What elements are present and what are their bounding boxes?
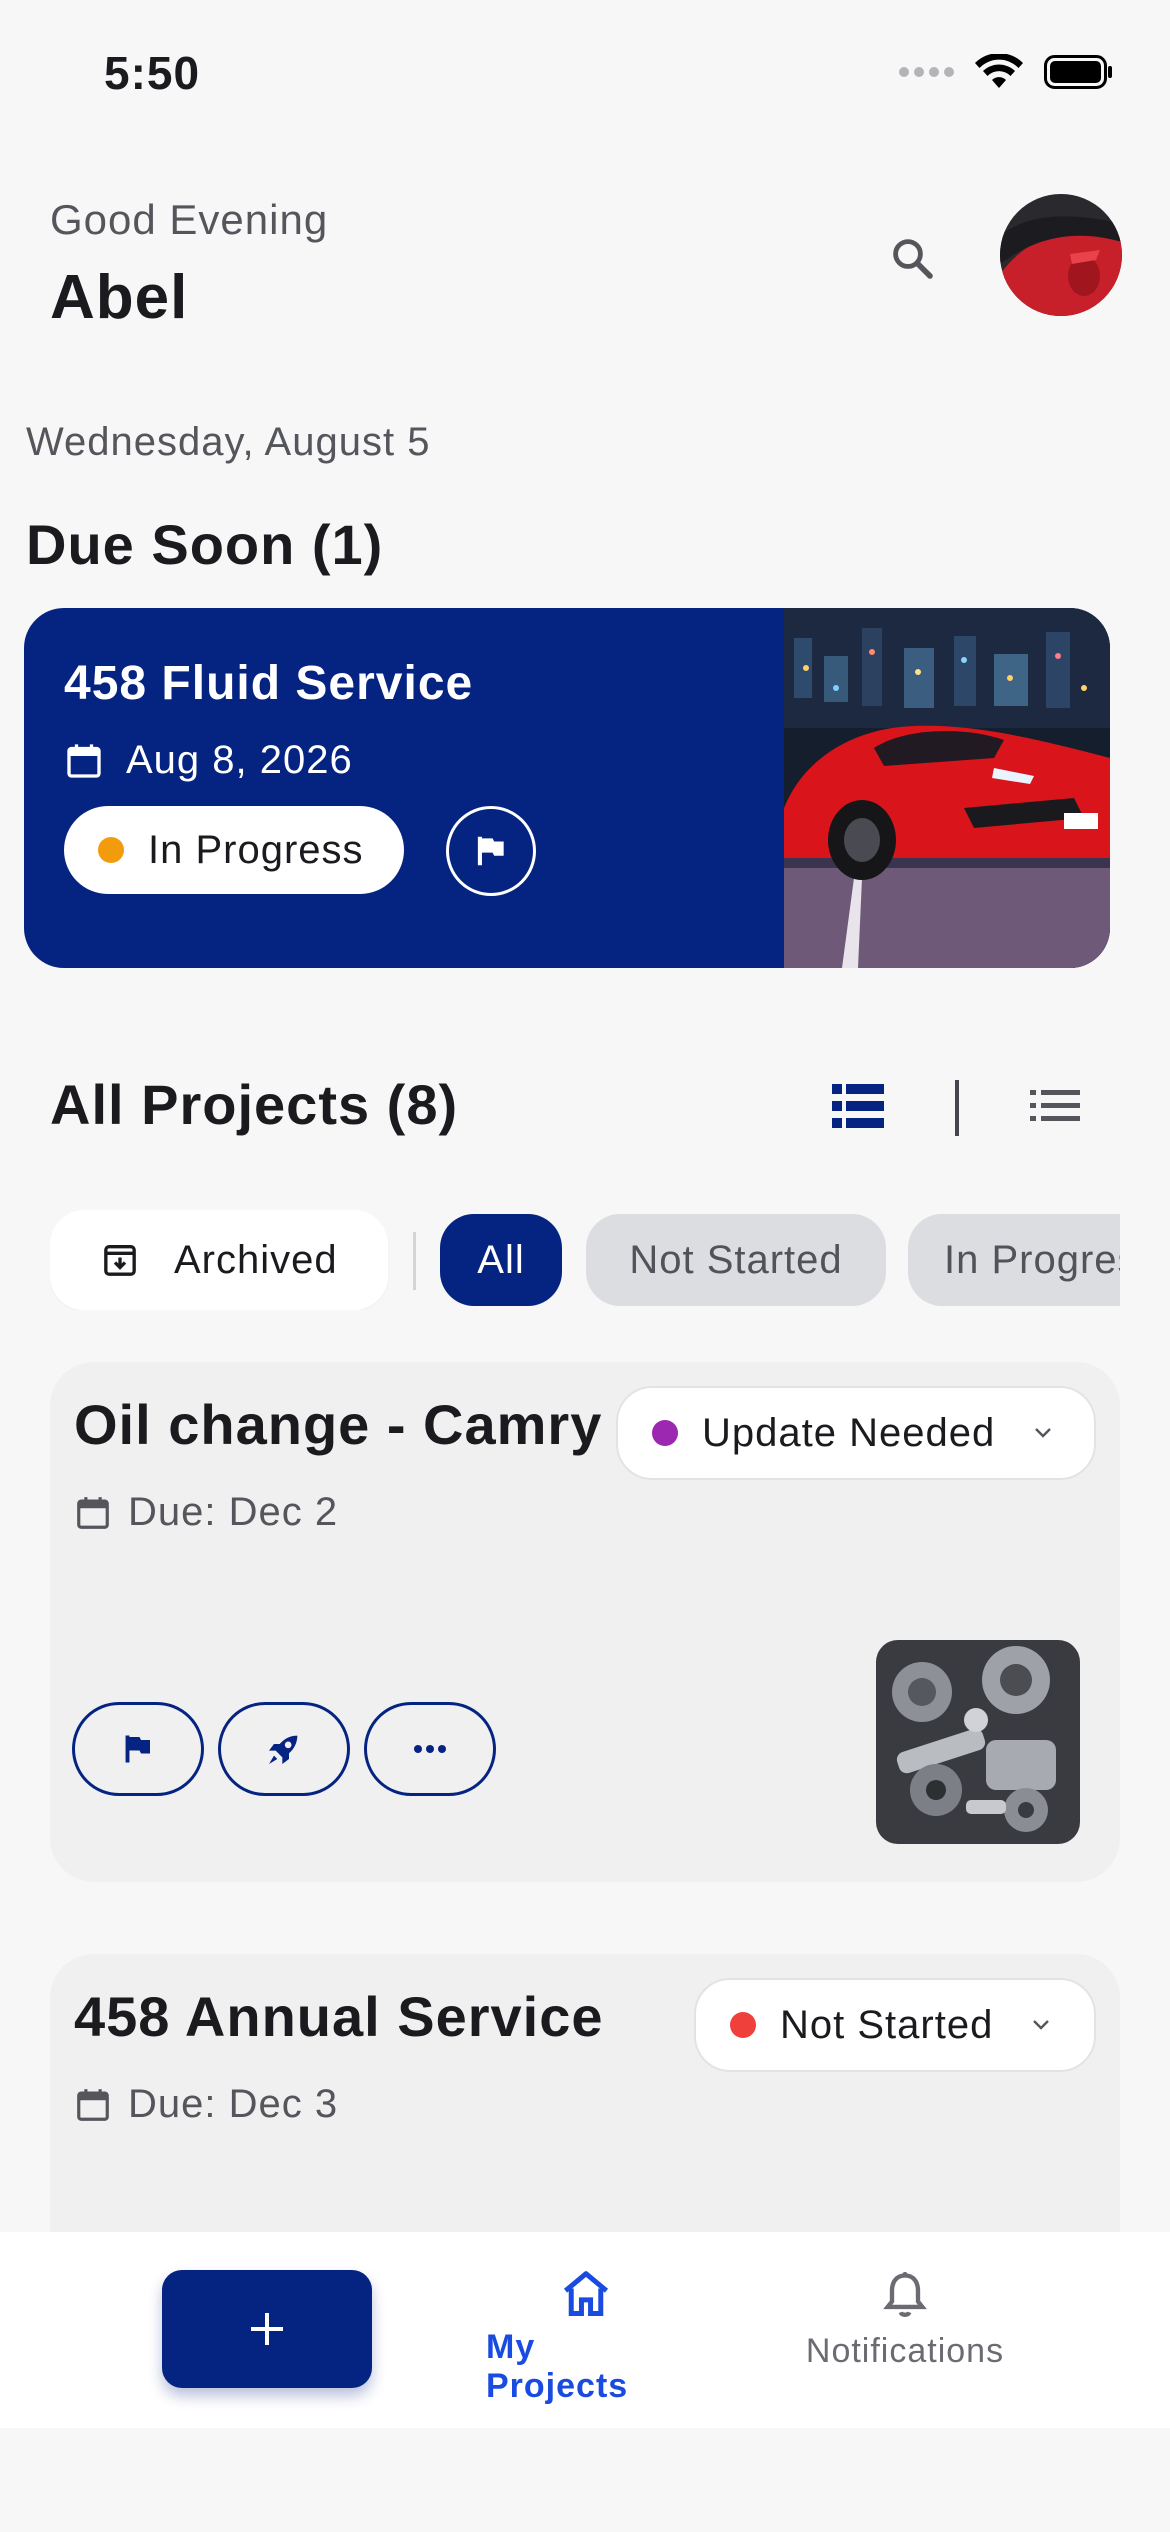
archived-button[interactable]: Archived	[50, 1210, 388, 1310]
filter-bar: Archived All Not Started In Progress	[50, 1210, 1120, 1310]
due-card-title: 458 Fluid Service	[64, 657, 474, 710]
project-card[interactable]: Oil change - Camry Due: Dec 2 Update Nee…	[50, 1362, 1120, 1882]
status-dropdown-label: Update Needed	[702, 1410, 996, 1455]
avatar[interactable]	[1000, 194, 1122, 316]
status-dot	[652, 1420, 678, 1446]
filter-chip-not-started[interactable]: Not Started	[586, 1214, 886, 1306]
rocket-icon	[269, 1735, 298, 1764]
project-title: Oil change - Camry	[74, 1393, 603, 1456]
flag-icon	[125, 1735, 150, 1763]
list-detail-view-icon[interactable]	[832, 1084, 884, 1128]
project-due: Due: Dec 2	[74, 1490, 338, 1535]
calendar-icon	[77, 2088, 109, 2121]
due-soon-card[interactable]: 458 Fluid Service Aug 8, 2026 In Progres…	[24, 608, 1110, 968]
search-button[interactable]	[880, 226, 944, 290]
greeting-text: Good Evening	[50, 196, 329, 243]
project-due: Due: Dec 3	[74, 2082, 338, 2127]
car-image	[784, 608, 1110, 968]
status-dot	[730, 2012, 756, 2038]
due-card-status-pill[interactable]: In Progress	[64, 806, 404, 894]
status-icons	[899, 54, 1114, 90]
due-card-date: Aug 8, 2026	[64, 738, 353, 783]
calendar-icon	[67, 743, 101, 778]
all-projects-heading: All Projects (8)	[50, 1073, 459, 1136]
more-horizontal-icon	[414, 1745, 446, 1753]
project-due-text: Due: Dec 2	[128, 1490, 339, 1534]
due-soon-heading: Due Soon (1)	[26, 513, 384, 576]
current-date: Wednesday, August 5	[26, 420, 431, 464]
flag-button[interactable]	[72, 1702, 204, 1796]
archive-icon	[104, 1245, 136, 1276]
bottom-nav: My Projects Notifications	[0, 2232, 1170, 2428]
status-dropdown[interactable]: Not Started	[694, 1978, 1096, 2072]
flag-icon	[477, 836, 504, 866]
chevron-down-icon	[1035, 1428, 1052, 1438]
filter-chip-in-progress[interactable]: In Progress	[908, 1214, 1120, 1306]
home-icon	[563, 2271, 609, 2316]
due-card-date-text: Aug 8, 2026	[126, 738, 353, 782]
project-card[interactable]: 458 Annual Service Due: Dec 3 Not Starte…	[50, 1954, 1120, 2274]
battery-icon	[1044, 55, 1112, 89]
status-time: 5:50	[104, 47, 201, 99]
plus-icon	[251, 2313, 283, 2345]
user-name: Abel	[50, 263, 189, 332]
nav-notifications-label: Notifications	[805, 2332, 1005, 2370]
status-dot	[98, 837, 124, 863]
chevron-down-icon	[1033, 2020, 1050, 2030]
archived-label: Archived	[174, 1237, 338, 1282]
nav-notifications[interactable]: Notifications	[790, 2268, 1020, 2371]
more-options-button[interactable]	[364, 1702, 496, 1796]
search-icon	[893, 239, 933, 279]
bell-icon	[883, 2271, 927, 2317]
cellular-icon	[899, 67, 954, 77]
calendar-icon	[77, 1496, 109, 1529]
project-due-text: Due: Dec 3	[128, 2082, 339, 2126]
start-button[interactable]	[218, 1702, 350, 1796]
status-dropdown[interactable]: Update Needed	[616, 1386, 1096, 1480]
parts-image	[876, 1640, 1080, 1844]
flag-button[interactable]	[446, 806, 536, 896]
wifi-icon	[975, 54, 1023, 88]
list-compact-view-icon[interactable]	[1030, 1088, 1080, 1124]
nav-my-projects-label: My Projects	[486, 2328, 629, 2405]
add-project-button[interactable]	[162, 2270, 372, 2388]
due-card-status-text: In Progress	[148, 827, 364, 872]
filter-chip-all[interactable]: All	[440, 1214, 562, 1306]
status-dropdown-label: Not Started	[780, 2002, 994, 2047]
filter-divider	[413, 1232, 416, 1290]
view-toggle-divider	[955, 1080, 959, 1136]
project-title: 458 Annual Service	[74, 1985, 604, 2048]
nav-my-projects[interactable]: My Projects	[486, 2268, 686, 2406]
